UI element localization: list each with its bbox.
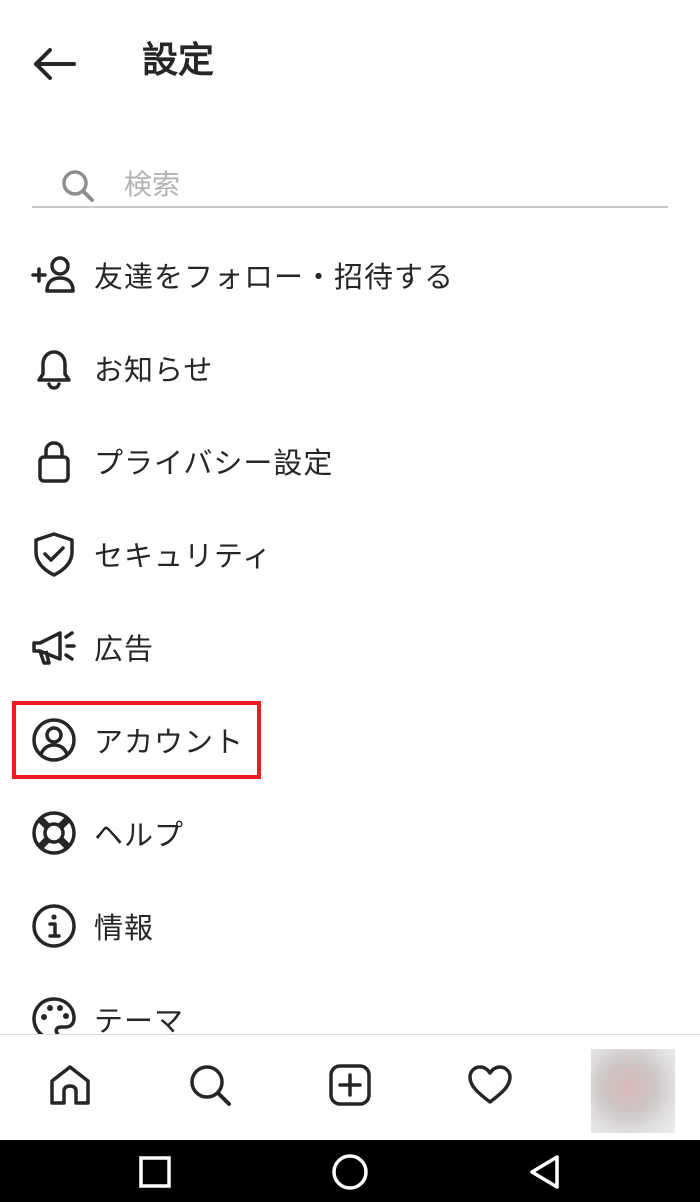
menu-item-label: お知らせ xyxy=(94,352,214,387)
android-nav-bar xyxy=(0,1140,700,1202)
menu-item-label: 広告 xyxy=(94,631,155,666)
recents-square-icon xyxy=(139,1156,171,1188)
megaphone-icon xyxy=(30,623,78,671)
menu-item-notifications[interactable]: お知らせ xyxy=(0,321,700,414)
bell-icon xyxy=(30,344,78,392)
menu-item-about[interactable]: 情報 xyxy=(0,879,700,972)
menu-item-label: 友達をフォロー・招待する xyxy=(94,259,455,294)
bottom-tab-bar xyxy=(0,1034,700,1141)
tab-home[interactable] xyxy=(40,1055,100,1115)
tab-activity[interactable] xyxy=(460,1055,520,1115)
info-icon xyxy=(30,902,78,950)
menu-item-help[interactable]: ヘルプ xyxy=(0,786,700,879)
settings-menu: 友達をフォロー・招待する お知らせ プライバシー設定 セキュリティ 広告 アカウ… xyxy=(0,228,700,1034)
search-icon xyxy=(190,1065,231,1106)
menu-item-account[interactable]: アカウント xyxy=(0,693,700,786)
menu-item-label: プライバシー設定 xyxy=(94,445,334,480)
recents-button[interactable] xyxy=(133,1150,177,1194)
menu-item-label: セキュリティ xyxy=(94,538,273,573)
arrow-left-icon xyxy=(34,48,76,80)
new-post-icon xyxy=(329,1064,371,1106)
search-bar[interactable] xyxy=(32,160,668,208)
lifebuoy-icon xyxy=(30,809,78,857)
menu-item-privacy[interactable]: プライバシー設定 xyxy=(0,414,700,507)
page-title: 設定 xyxy=(142,40,215,81)
shield-check-icon xyxy=(30,530,78,578)
menu-item-ads[interactable]: 広告 xyxy=(0,600,700,693)
menu-item-label: アカウント xyxy=(94,724,245,759)
home-circle-icon xyxy=(332,1154,368,1190)
menu-item-theme[interactable]: テーマ xyxy=(0,972,700,1034)
menu-item-follow-invite[interactable]: 友達をフォロー・招待する xyxy=(0,228,700,321)
lock-icon xyxy=(30,437,78,485)
menu-item-label: テーマ xyxy=(94,1003,185,1035)
menu-item-label: 情報 xyxy=(94,910,155,945)
header: 設定 xyxy=(0,0,700,120)
back-triangle-icon xyxy=(530,1155,559,1189)
heart-icon xyxy=(468,1065,512,1104)
home-button[interactable] xyxy=(328,1150,372,1194)
account-circle-icon xyxy=(30,716,78,764)
menu-item-security[interactable]: セキュリティ xyxy=(0,507,700,600)
add-person-icon xyxy=(30,251,78,299)
tab-new-post[interactable] xyxy=(320,1055,380,1115)
search-input[interactable] xyxy=(124,164,624,204)
tab-search[interactable] xyxy=(180,1055,240,1115)
profile-avatar[interactable] xyxy=(591,1049,675,1133)
back-button[interactable] xyxy=(26,36,82,92)
back-nav-button[interactable] xyxy=(522,1150,566,1194)
menu-item-label: ヘルプ xyxy=(94,817,185,852)
home-icon xyxy=(50,1065,90,1105)
palette-icon xyxy=(30,995,78,1034)
search-icon xyxy=(62,170,94,202)
